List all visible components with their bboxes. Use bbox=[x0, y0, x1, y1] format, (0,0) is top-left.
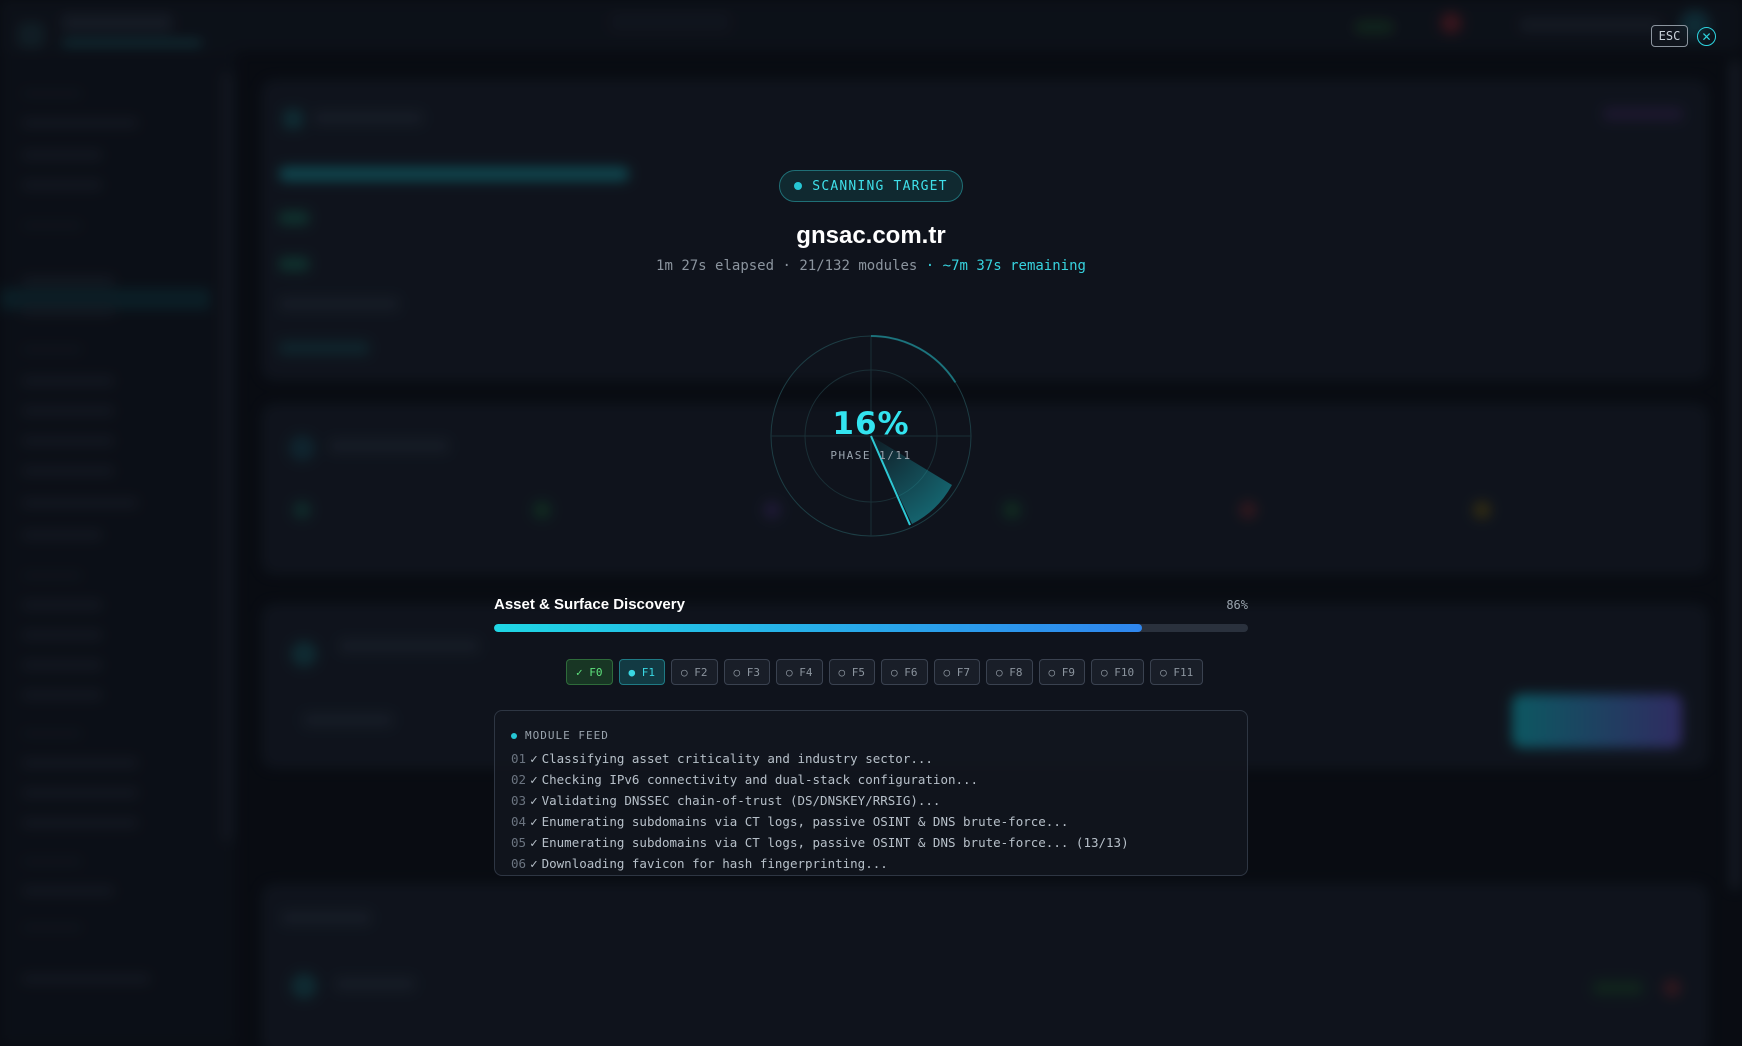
feed-line-text: Validating DNSSEC chain-of-trust (DS/DNS… bbox=[541, 793, 941, 808]
phase-chip: ○ F2 bbox=[671, 659, 718, 685]
feed-line: 06 ✓ Downloading favicon for hash fingerpr… bbox=[511, 853, 1231, 874]
check-icon: ✓ bbox=[530, 793, 538, 808]
feed-line-number: 02 bbox=[511, 772, 527, 787]
meta-separator: · bbox=[925, 258, 943, 274]
feed-line-number: 01 bbox=[511, 751, 527, 766]
feed-line-text: Checking IPv6 connectivity and dual-stac… bbox=[541, 772, 979, 787]
check-icon: ✓ bbox=[530, 856, 538, 871]
feed-dot-icon bbox=[511, 732, 517, 739]
feed-line: 05 ✓ Enumerating subdomains via CT logs, p… bbox=[511, 832, 1231, 853]
feed-line-number: 03 bbox=[511, 793, 527, 808]
phase-chip: ○ F7 bbox=[933, 659, 980, 685]
phase-chip: ✓ F0 bbox=[566, 659, 613, 685]
feed-line-text: Classifying asset criticality and indust… bbox=[541, 751, 933, 766]
feed-line: 03 ✓ Validating DNSSEC chain-of-trust (DS/… bbox=[511, 790, 1231, 811]
check-icon: ✓ bbox=[530, 751, 538, 766]
status-dot-icon bbox=[794, 182, 803, 190]
check-icon: ✓ bbox=[530, 772, 538, 787]
phase-chip: ○ F5 bbox=[828, 659, 875, 685]
scan-target: gnsac.com.tr bbox=[796, 222, 946, 249]
phase-chip: ○ F6 bbox=[881, 659, 928, 685]
module-feed-lines: 01 ✓ Classifying asset criticality and ind… bbox=[511, 748, 1231, 874]
phase-progress-fill bbox=[494, 624, 1143, 632]
check-icon: ✓ bbox=[530, 814, 538, 829]
phase-chip: ○ F8 bbox=[986, 659, 1033, 685]
feed-line: 02 ✓ Checking IPv6 connectivity and dual-s… bbox=[511, 769, 1231, 790]
phase-chip: ○ F11 bbox=[1150, 659, 1204, 685]
feed-line-number: 04 bbox=[511, 814, 527, 829]
feed-line-number: 06 bbox=[511, 856, 527, 871]
phase-indicator: PHASE 1/11 bbox=[830, 449, 912, 462]
check-icon: ✓ bbox=[530, 835, 538, 850]
phase-chip: ○ F10 bbox=[1091, 659, 1145, 685]
meta-separator: · bbox=[782, 258, 800, 274]
feed-line-number: 05 bbox=[511, 835, 527, 850]
radar-progress-arc bbox=[870, 335, 957, 383]
feed-line-text: Enumerating subdomains via CT logs, pass… bbox=[541, 814, 1069, 829]
overall-percent: 16% bbox=[832, 406, 910, 442]
module-feed: MODULE FEED 01 ✓ Classifying asset critica… bbox=[494, 710, 1248, 876]
module-feed-title: MODULE FEED bbox=[525, 729, 609, 742]
scan-meta: 1m 27s elapsed · 21/132 modules · ~7m 37… bbox=[0, 258, 1742, 274]
phase-chips: ✓ F0 ● F1 ○ F2 ○ F3 ○ F4 ○ F5 ○ F6 ○ F7 ○ F8 ○ F9… bbox=[566, 659, 1204, 685]
elapsed-time: 1m 27s elapsed bbox=[656, 258, 775, 274]
phase-chip: ○ F3 bbox=[723, 659, 770, 685]
feed-line: 01 ✓ Classifying asset criticality and ind… bbox=[511, 748, 1231, 769]
esc-key-hint[interactable]: ESC bbox=[1651, 25, 1688, 47]
phase-progress-bar bbox=[494, 624, 1248, 632]
close-icon[interactable]: ✕ bbox=[1697, 27, 1716, 46]
modules-count: 21/132 modules bbox=[799, 258, 918, 274]
current-phase-title: Asset & Surface Discovery bbox=[494, 596, 685, 613]
feed-line-text: Downloading favicon for hash fingerprint… bbox=[541, 856, 888, 871]
feed-line-text: Enumerating subdomains via CT logs, pass… bbox=[541, 835, 1129, 850]
scanning-badge: SCANNING TARGET bbox=[779, 170, 963, 202]
current-phase-percent: 86% bbox=[1226, 598, 1248, 612]
phase-chip: ○ F4 bbox=[776, 659, 823, 685]
feed-line: 04 ✓ Enumerating subdomains via CT logs, p… bbox=[511, 811, 1231, 832]
module-feed-header: MODULE FEED bbox=[511, 729, 1231, 742]
remaining-time: ~7m 37s remaining bbox=[942, 258, 1086, 274]
phase-chip: ○ F9 bbox=[1038, 659, 1085, 685]
phase-chip: ● F1 bbox=[618, 659, 665, 685]
scanning-badge-label: SCANNING TARGET bbox=[812, 178, 948, 194]
